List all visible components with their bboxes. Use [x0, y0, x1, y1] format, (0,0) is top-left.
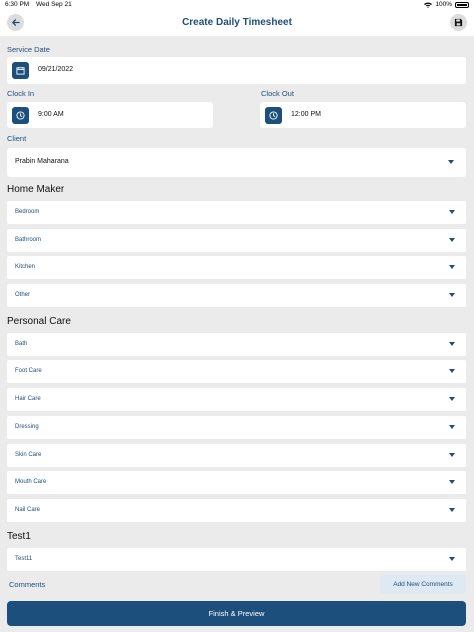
dropdown-mouth-care[interactable]: Mouth Care	[7, 471, 466, 494]
add-new-comments-button[interactable]: Add New Comments	[380, 575, 466, 594]
dropdown-skin-care[interactable]: Skin Care	[7, 444, 466, 467]
battery-icon	[455, 1, 469, 8]
dropdown-nail-care[interactable]: Nail Care	[7, 499, 466, 522]
dropdown-other[interactable]: Other	[7, 284, 466, 307]
service-date-label: Service Date	[7, 45, 50, 54]
battery-percent: 100%	[435, 1, 452, 8]
comments-label: Comments	[9, 580, 46, 589]
dropdown-label: Kitchen	[15, 264, 36, 270]
dropdown-label: Other	[15, 292, 31, 298]
status-time: 6:30 PM	[5, 1, 30, 8]
header: Create Daily Timesheet	[0, 10, 474, 36]
chevron-down-icon	[449, 342, 455, 346]
dropdown-label: Hair Care	[15, 396, 41, 402]
chevron-down-icon	[449, 508, 455, 512]
dropdown-label: Foot Care	[15, 368, 42, 374]
client-value: Prabin Maharana	[15, 158, 69, 165]
dropdown-bathroom[interactable]: Bathroom	[7, 229, 466, 252]
section-title-test1: Test1	[7, 531, 31, 542]
chevron-down-icon	[449, 397, 455, 401]
clock-out-label: Clock Out	[261, 89, 294, 98]
chevron-down-icon	[449, 265, 455, 269]
dropdown-label: Dressing	[15, 424, 39, 430]
finish-preview-button[interactable]: Finish & Preview	[7, 601, 466, 626]
dropdown-kitchen[interactable]: Kitchen	[7, 256, 466, 279]
clock-icon	[265, 107, 282, 124]
clock-in-value: 9:00 AM	[38, 111, 64, 118]
clock-in-field[interactable]: 9:00 AM	[7, 102, 213, 128]
clock-out-value: 12:00 PM	[291, 111, 321, 118]
chevron-down-icon	[448, 160, 454, 164]
chevron-down-icon	[449, 425, 455, 429]
client-select[interactable]: Prabin Maharana	[7, 148, 466, 177]
clock-icon	[12, 107, 29, 124]
dropdown-label: Bathroom	[15, 237, 42, 243]
dropdown-foot-care[interactable]: Foot Care	[7, 360, 466, 383]
page-title: Create Daily Timesheet	[182, 17, 292, 28]
dropdown-hair-care[interactable]: Hair Care	[7, 388, 466, 411]
dropdown-test11[interactable]: Test11	[7, 548, 466, 571]
dropdown-label: Bath	[15, 341, 28, 347]
dropdown-label: Nail Care	[15, 507, 41, 513]
dropdown-label: Test11	[15, 556, 33, 562]
dropdown-bath[interactable]: Bath	[7, 333, 466, 356]
calendar-icon	[12, 62, 29, 79]
clock-in-label: Clock In	[7, 89, 35, 98]
dropdown-label: Skin Care	[15, 452, 42, 458]
dropdown-label: Bedroom	[15, 209, 40, 215]
client-label: Client	[7, 134, 27, 143]
status-bar: 6:30 PM Wed Sep 21 100%	[0, 0, 474, 10]
save-button[interactable]	[450, 14, 467, 31]
section-title-personal-care: Personal Care	[7, 316, 71, 327]
section-title-home-maker: Home Maker	[7, 184, 65, 195]
save-icon	[454, 18, 463, 27]
dropdown-label: Mouth Care	[15, 479, 47, 485]
chevron-down-icon	[449, 480, 455, 484]
chevron-down-icon	[449, 293, 455, 297]
dropdown-bedroom[interactable]: Bedroom	[7, 201, 466, 224]
chevron-down-icon	[449, 238, 455, 242]
clock-out-field[interactable]: 12:00 PM	[260, 102, 466, 128]
status-date: Wed Sep 21	[36, 1, 72, 8]
service-date-value: 09/21/2022	[38, 66, 74, 73]
chevron-down-icon	[449, 210, 455, 214]
chevron-down-icon	[449, 557, 455, 561]
chevron-down-icon	[449, 369, 455, 373]
wifi-icon	[424, 2, 433, 8]
service-date-field[interactable]: 09/21/2022	[7, 57, 466, 84]
chevron-down-icon	[449, 453, 455, 457]
dropdown-dressing[interactable]: Dressing	[7, 416, 466, 439]
